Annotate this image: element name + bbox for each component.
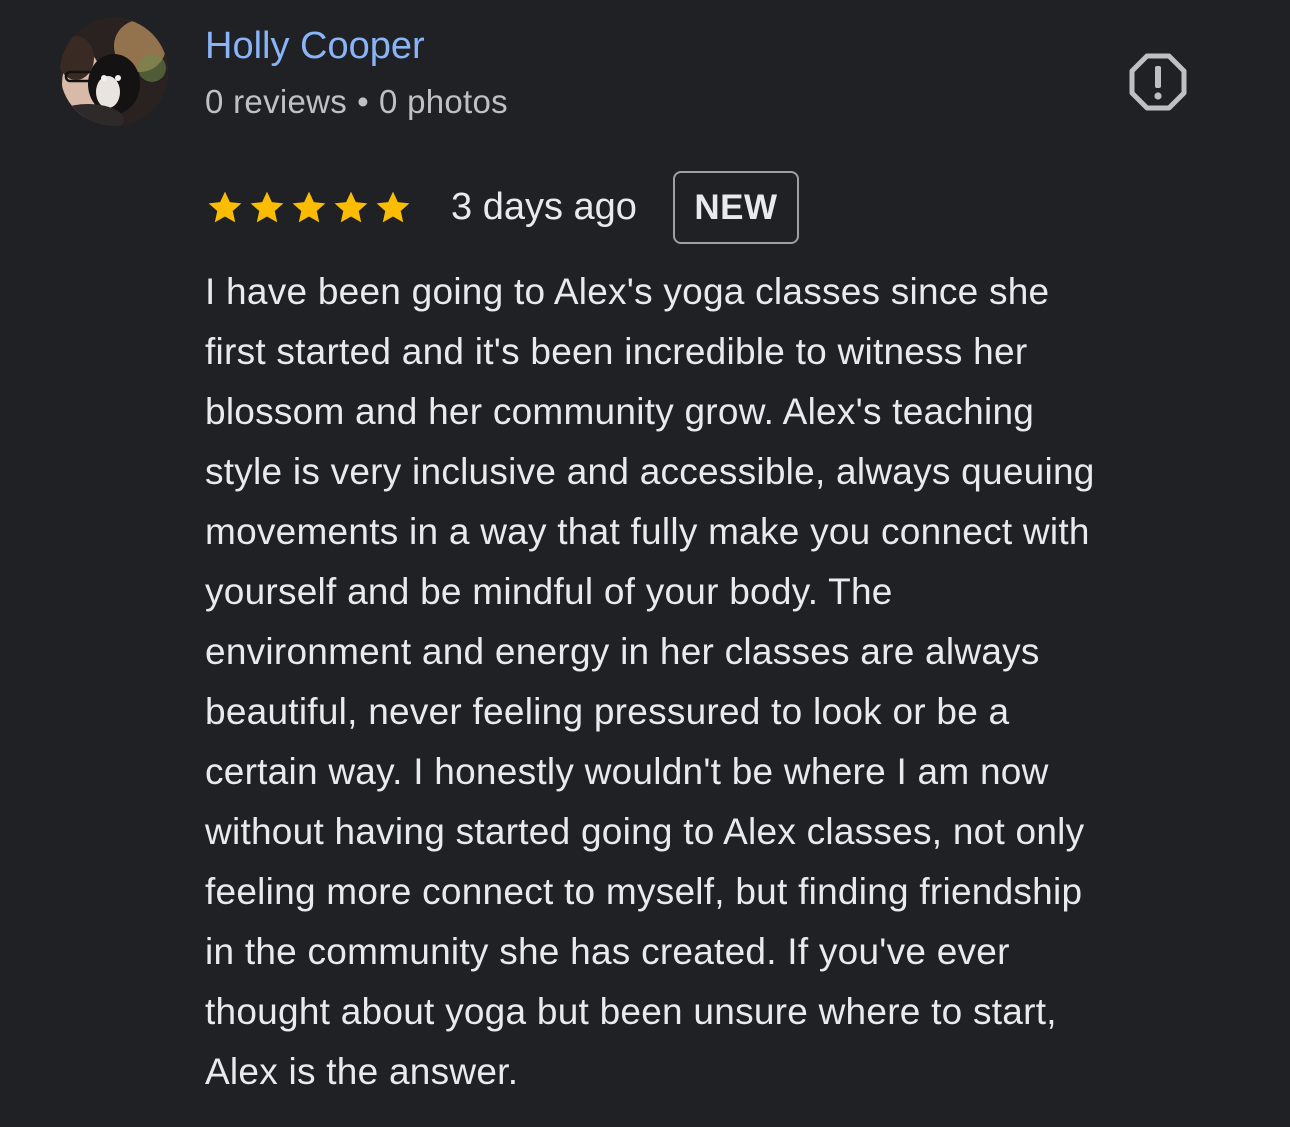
review-text-line: certain way. I honestly wouldn't be wher…: [205, 751, 1049, 792]
avatar-photo-icon: [60, 18, 168, 126]
review-time: 3 days ago: [451, 186, 637, 228]
review-text-line: without having started going to Alex cla…: [205, 811, 1085, 852]
new-badge: NEW: [672, 171, 799, 244]
reviewer-name[interactable]: Holly Cooper: [205, 22, 425, 70]
review-text: I have been going to Alex's yoga classes…: [205, 262, 1255, 1102]
photo-count: 0 photos: [378, 83, 508, 120]
report-icon[interactable]: [1126, 50, 1190, 114]
review-card: Holly Cooper 0 reviews • 0 photos 3 days a…: [0, 0, 1290, 1127]
review-text-line: feeling more connect to myself, but find…: [205, 871, 1083, 912]
reviewer-stats: 0 reviews • 0 photos: [205, 80, 508, 124]
review-text-line: blossom and her community grow. Alex's t…: [205, 391, 1035, 432]
review-text-line: thought about yoga but been unsure where…: [205, 991, 1057, 1032]
review-count: 0 reviews: [205, 83, 348, 120]
star-rating: [205, 188, 413, 228]
rating-row: 3 days ago NEW: [205, 171, 799, 244]
review-text-line: in the community she has created. If you…: [205, 931, 1010, 972]
star-icon: [250, 191, 284, 222]
review-text-line: yourself and be mindful of your body. Th…: [205, 571, 893, 612]
review-text-line: style is very inclusive and accessible, …: [205, 451, 1095, 492]
reviewer-avatar[interactable]: [60, 18, 168, 126]
review-text-line: movements in a way that fully make you c…: [205, 511, 1090, 552]
review-text-line: environment and energy in her classes ar…: [205, 631, 1040, 672]
review-text-line: first started and it's been incredible t…: [205, 331, 1028, 372]
review-text-line: beautiful, never feeling pressured to lo…: [205, 691, 1010, 732]
review-text-line: I have been going to Alex's yoga classes…: [205, 271, 1050, 312]
star-icon: [334, 191, 368, 222]
star-icon: [376, 191, 410, 222]
star-icon: [208, 191, 242, 222]
review-text-line: Alex is the answer.: [205, 1051, 519, 1092]
stats-separator: •: [357, 83, 369, 120]
star-icon: [292, 191, 326, 222]
